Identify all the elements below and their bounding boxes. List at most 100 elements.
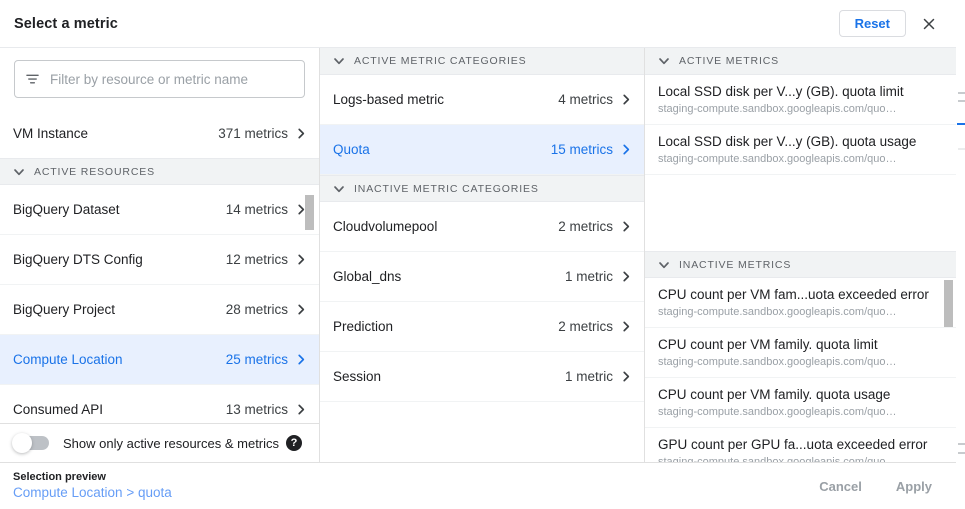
metric-categories-column: ACTIVE METRIC CATEGORIES Logs-based metr… [320,48,645,462]
list-item-label: Session [333,369,565,384]
chevron-down-icon [13,166,25,178]
section-header-label: INACTIVE METRICS [679,259,791,271]
list-item-cloudvolumepool[interactable]: Cloudvolumepool2 metrics [320,202,644,252]
scrollbar-thumb-inactive-metrics[interactable] [944,280,953,327]
list-item-count: 12 metrics [226,252,288,267]
list-item-bigquery-dataset[interactable]: BigQuery Dataset14 metrics [0,185,319,235]
chevron-right-icon [621,321,632,332]
dialog-header: Select a metric Reset [0,0,956,47]
list-item-count: 15 metrics [551,142,613,157]
chevron-down-icon [658,259,670,271]
inactive-categories-list[interactable]: Cloudvolumepool2 metricsGlobal_dns1 metr… [320,202,644,462]
pinned-resource-row-wrapper: VM Instance 371 metrics [0,108,319,158]
list-item-count: 4 metrics [558,92,613,107]
list-item-count: 13 metrics [226,402,288,417]
metric-title: Local SSD disk per V...y (GB). quota usa… [658,133,942,151]
dialog-footer: Selection preview Compute Location > quo… [0,462,956,509]
metric-subtitle: staging-compute.sandbox.googleapis.com/q… [658,455,942,463]
list-item-bigquery-project[interactable]: BigQuery Project28 metrics [0,285,319,335]
list-item-logs-based-metric[interactable]: Logs-based metric4 metrics [320,75,644,125]
list-item-count: 1 metric [565,369,613,384]
active-metrics-list[interactable]: Local SSD disk per V...y (GB). quota lim… [645,75,956,251]
breadcrumb[interactable]: Compute Location > quota [13,484,172,502]
search-input[interactable] [48,71,294,88]
metric-subtitle: staging-compute.sandbox.googleapis.com/q… [658,355,942,370]
metric-list-item[interactable]: GPU count per GPU fa...uota exceeded err… [645,428,956,462]
chevron-right-icon [621,371,632,382]
filter-box[interactable] [14,60,305,98]
reset-button[interactable]: Reset [839,10,906,37]
section-header-label: ACTIVE RESOURCES [34,166,155,178]
list-item-label: Global_dns [333,269,565,284]
chevron-right-icon [621,221,632,232]
chevron-right-icon [296,354,307,365]
chevron-right-icon [296,304,307,315]
chevron-down-icon [333,183,345,195]
list-item-label: BigQuery DTS Config [13,252,226,267]
section-header-inactive-metric-categories[interactable]: INACTIVE METRIC CATEGORIES [320,175,644,202]
metric-title: GPU count per GPU fa...uota exceeded err… [658,436,942,454]
list-item-label: Prediction [333,319,558,334]
select-metric-dialog: Select a metric Reset [0,0,956,509]
scrollbar-thumb-resources[interactable] [305,195,314,230]
active-only-toggle-bar: Show only active resources & metrics ? [0,423,319,462]
list-item-quota[interactable]: Quota15 metrics [320,125,644,175]
list-item-vm-instance[interactable]: VM Instance 371 metrics [0,108,319,158]
background-page-sliver [955,0,965,509]
metric-title: CPU count per VM family. quota usage [658,386,942,404]
section-header-active-metric-categories[interactable]: ACTIVE METRIC CATEGORIES [320,48,644,75]
help-icon[interactable]: ? [286,435,302,451]
section-header-active-metrics[interactable]: ACTIVE METRICS [645,48,956,75]
list-item-global-dns[interactable]: Global_dns1 metric [320,252,644,302]
list-item-consumed-api[interactable]: Consumed API13 metrics [0,385,319,423]
list-item-label: BigQuery Project [13,302,226,317]
selection-preview: Selection preview Compute Location > quo… [13,470,172,502]
section-header-label: ACTIVE METRIC CATEGORIES [354,55,526,67]
metric-list-item[interactable]: CPU count per VM family. quota usagestag… [645,378,956,428]
metric-subtitle: staging-compute.sandbox.googleapis.com/q… [658,152,942,167]
list-item-label: Quota [333,142,551,157]
list-item-label: Compute Location [13,352,226,367]
chevron-right-icon [296,404,307,415]
metric-subtitle: staging-compute.sandbox.googleapis.com/q… [658,405,942,420]
toggle-knob [12,433,32,453]
metric-subtitle: staging-compute.sandbox.googleapis.com/q… [658,102,942,117]
metrics-column: ACTIVE METRICS Local SSD disk per V...y … [645,48,956,462]
metric-picker-columns: VM Instance 371 metrics ACTIVE RESOURCES… [0,47,956,462]
list-item-prediction[interactable]: Prediction2 metrics [320,302,644,352]
chevron-right-icon [621,144,632,155]
list-item-label: VM Instance [13,126,218,141]
cancel-button[interactable]: Cancel [809,472,872,501]
metric-list-item[interactable]: Local SSD disk per V...y (GB). quota lim… [645,75,956,125]
chevron-right-icon [296,254,307,265]
resources-column: VM Instance 371 metrics ACTIVE RESOURCES… [0,48,320,462]
show-only-active-toggle[interactable] [13,436,49,450]
apply-button[interactable]: Apply [886,472,942,501]
list-item-compute-location[interactable]: Compute Location25 metrics [0,335,319,385]
section-header-inactive-metrics[interactable]: INACTIVE METRICS [645,251,956,278]
list-item-label: Cloudvolumepool [333,219,558,234]
chevron-down-icon [658,55,670,67]
page-title: Select a metric [14,16,118,32]
list-item-session[interactable]: Session1 metric [320,352,644,402]
metric-list-item[interactable]: CPU count per VM family. quota limitstag… [645,328,956,378]
chevron-right-icon [621,271,632,282]
list-item-bigquery-dts-config[interactable]: BigQuery DTS Config12 metrics [0,235,319,285]
inactive-metrics-list[interactable]: CPU count per VM fam...uota exceeded err… [645,278,956,462]
list-item-count: 1 metric [565,269,613,284]
resources-list[interactable]: BigQuery Dataset14 metricsBigQuery DTS C… [0,185,319,423]
metric-list-item[interactable]: Local SSD disk per V...y (GB). quota usa… [645,125,956,175]
metric-subtitle: staging-compute.sandbox.googleapis.com/q… [658,305,942,320]
list-item-count: 25 metrics [226,352,288,367]
section-header-label: INACTIVE METRIC CATEGORIES [354,183,539,195]
list-item-count: 2 metrics [558,219,613,234]
list-item-label: Logs-based metric [333,92,558,107]
section-header-label: ACTIVE METRICS [679,55,779,67]
list-item-count: 14 metrics [226,202,288,217]
close-icon[interactable] [916,11,942,37]
list-item-count: 2 metrics [558,319,613,334]
list-item-label: Consumed API [13,402,226,417]
metric-list-item[interactable]: CPU count per VM fam...uota exceeded err… [645,278,956,328]
section-header-active-resources[interactable]: ACTIVE RESOURCES [0,158,319,185]
list-item-count: 371 metrics [218,126,288,141]
